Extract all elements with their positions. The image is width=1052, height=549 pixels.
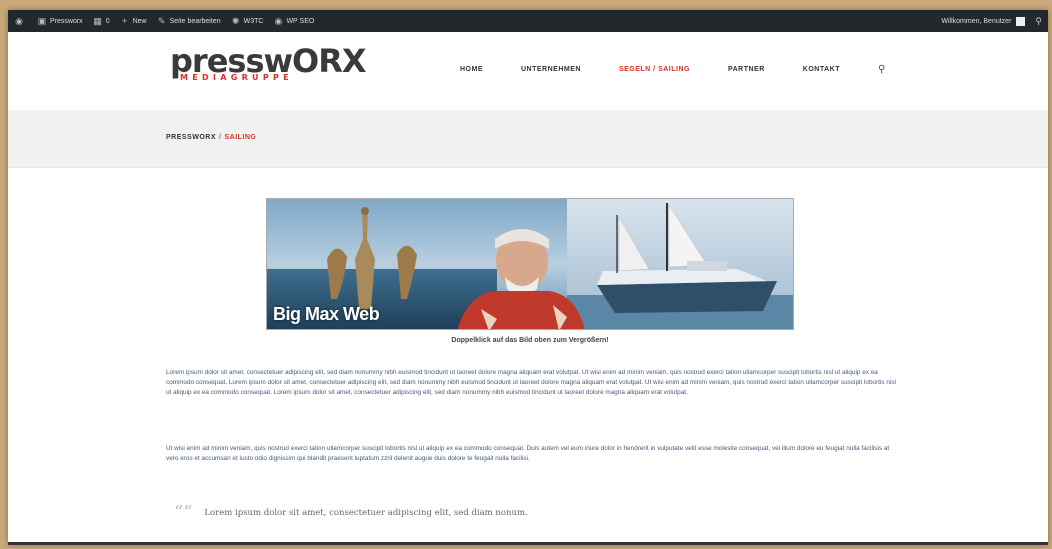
adminbar-item-site[interactable]: ▣ Pressworx	[37, 16, 83, 26]
adminbar-label: Seite bearbeiten	[169, 17, 221, 25]
adminbar-item-wordpress[interactable]: ◉	[14, 16, 27, 26]
body-paragraph: Lorem ipsum dolor sit amet, consectetuer…	[166, 369, 896, 397]
main-nav: HOME UNTERNEHMEN SEGELN / SAILING PARTNE…	[460, 64, 885, 75]
breadcrumb-home[interactable]: PRESSWORX	[166, 134, 216, 141]
dashboard-icon: ▣	[37, 16, 47, 26]
image-caption: Doppelklick auf das Bild oben zum Vergrö…	[451, 337, 609, 344]
edit-icon: ✎	[157, 16, 166, 26]
quote-text: Lorem ipsum dolor sit amet, consectetuer…	[204, 508, 528, 518]
adminbar-label: Pressworx	[50, 17, 83, 25]
body-paragraph: Ut wisi enim ad minim veniam, quis nostr…	[166, 445, 890, 463]
adminbar-label: W3TC	[243, 17, 264, 25]
bottom-edge	[8, 542, 1048, 545]
w3tc-icon: ✺	[231, 16, 240, 26]
blockquote: ““ Lorem ipsum dolor sit amet, consectet…	[174, 502, 528, 523]
page-title-band: PRESSWORX / SAILING	[8, 110, 1048, 168]
adminbar-item-w3tc[interactable]: ✺ W3TC	[231, 16, 264, 26]
site-logo[interactable]: presswORX MEDIAGRUPPE	[170, 44, 367, 82]
adminbar-label: WP SEO	[286, 17, 315, 25]
nav-item-home[interactable]: HOME	[460, 66, 483, 73]
banner-image[interactable]: Big Max Web	[266, 198, 794, 330]
admin-bar: ◉ ▣ Pressworx ▦ 0 + New ✎ Seite bearbeiten ✺…	[8, 10, 1048, 32]
search-icon[interactable]: ⚲	[1035, 16, 1042, 27]
adminbar-greeting[interactable]: Willkommen, Benutzer	[941, 18, 1011, 25]
breadcrumb-current: SAILING	[224, 134, 257, 141]
nav-item-partner[interactable]: PARTNER	[728, 66, 765, 73]
seo-icon: ◉	[274, 16, 283, 26]
adminbar-label: New	[132, 17, 147, 25]
breadcrumb: PRESSWORX / SAILING	[166, 134, 256, 141]
nav-item-kontakt[interactable]: KONTAKT	[803, 66, 840, 73]
adminbar-item-comments[interactable]: ▦ 0	[93, 16, 110, 26]
adminbar-item-new[interactable]: + New	[120, 16, 147, 26]
nav-item-sailing[interactable]: SEGELN / SAILING	[619, 66, 690, 73]
adminbar-item-edit[interactable]: ✎ Seite bearbeiten	[157, 16, 221, 26]
comments-icon: ▦	[93, 16, 102, 26]
avatar[interactable]	[1016, 16, 1026, 26]
adminbar-label: 0	[105, 17, 110, 25]
search-icon[interactable]: ⚲	[878, 64, 885, 75]
plus-icon: +	[121, 16, 128, 26]
wordpress-icon: ◉	[15, 16, 23, 26]
nav-item-unternehmen[interactable]: UNTERNEHMEN	[521, 66, 581, 73]
breadcrumb-separator: /	[219, 134, 222, 141]
banner-title: Big Max Web	[273, 304, 380, 324]
site-header: presswORX MEDIAGRUPPE HOME UNTERNEHMEN S…	[8, 32, 1048, 110]
browser-page: ◉ ▣ Pressworx ▦ 0 + New ✎ Seite bearbeiten ✺…	[8, 10, 1048, 545]
quote-icon: ““	[174, 502, 193, 523]
adminbar-item-seo[interactable]: ◉ WP SEO	[273, 16, 315, 26]
